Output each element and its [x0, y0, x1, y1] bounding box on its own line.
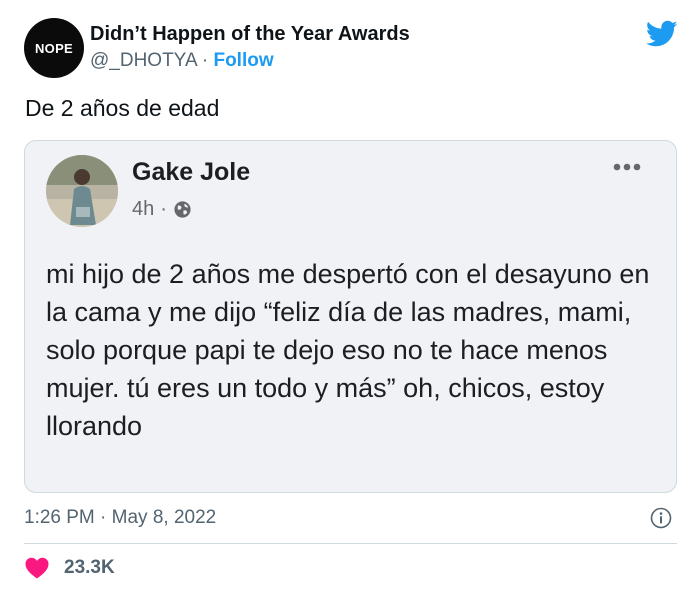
tweet-timestamp[interactable]: 1:26 PM · May 8, 2022: [24, 507, 216, 529]
author-handle[interactable]: @_DHOTYA: [90, 50, 197, 71]
tweet-text: De 2 años de edad: [25, 95, 220, 121]
more-options-icon[interactable]: [611, 157, 643, 177]
globe-icon: [174, 201, 191, 218]
post-author-avatar[interactable]: [46, 155, 118, 227]
handle-separator: ·: [201, 50, 209, 71]
heart-icon: [25, 557, 49, 579]
author-avatar[interactable]: NOPE: [24, 18, 84, 78]
post-time[interactable]: 4h: [132, 198, 154, 221]
tweet-header: NOPE Didn’t Happen of the Year Awards @_…: [24, 18, 684, 78]
post-author-name[interactable]: Gake Jole: [132, 158, 250, 187]
author-handle-line: @_DHOTYA · Follow: [90, 50, 410, 72]
author-avatar-text: NOPE: [34, 40, 74, 56]
twitter-bird-icon[interactable]: [646, 20, 678, 48]
author-name[interactable]: Didn’t Happen of the Year Awards: [90, 23, 410, 46]
info-icon[interactable]: [650, 507, 672, 529]
divider: [24, 543, 677, 544]
avatar-photo: [46, 155, 118, 227]
post-meta: 4h ·: [132, 198, 192, 221]
like-button[interactable]: 23.3K: [24, 556, 115, 580]
embedded-facebook-post[interactable]: Gake Jole 4h · mi hijo de 2 años me desp…: [24, 140, 677, 493]
tweet: NOPE Didn’t Happen of the Year Awards @_…: [0, 0, 700, 597]
post-text: mi hijo de 2 años me despertó con el des…: [46, 259, 650, 441]
author-info: Didn’t Happen of the Year Awards @_DHOTY…: [90, 23, 410, 72]
post-meta-separator: ·: [160, 198, 167, 220]
follow-button[interactable]: Follow: [213, 50, 273, 71]
like-count: 23.3K: [64, 557, 115, 578]
